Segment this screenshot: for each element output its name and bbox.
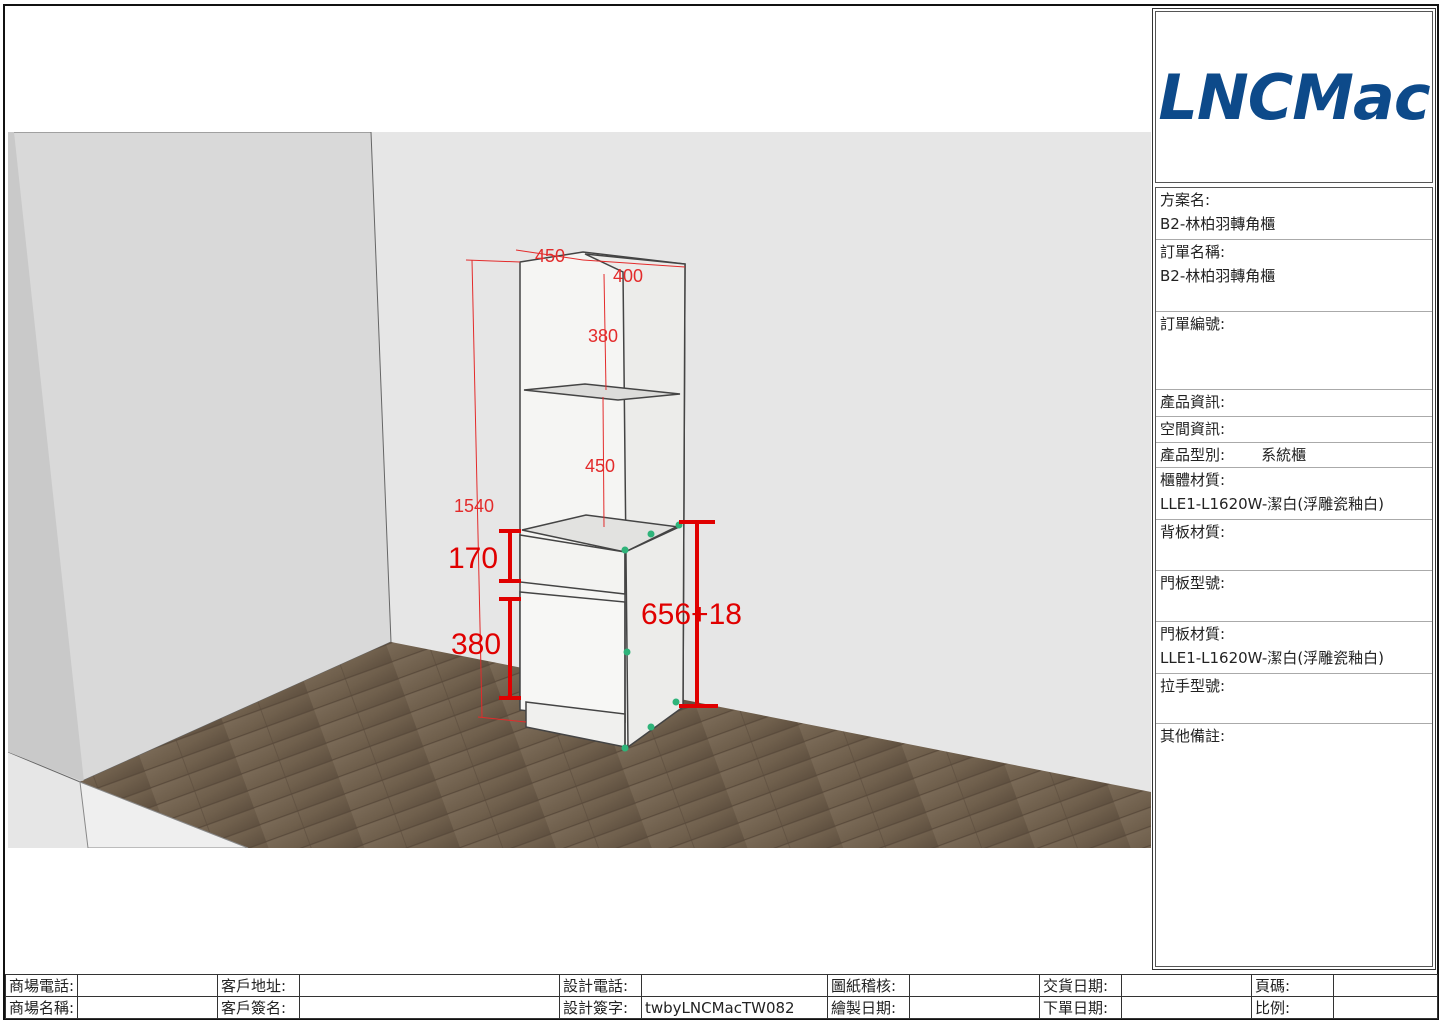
draw-date-label: 繪製日期: [827, 996, 910, 1019]
back-material-label: 背板材質: [1160, 523, 1226, 541]
door-material-value: LLE1-L1620W-潔白(浮雕瓷釉白) [1160, 649, 1385, 667]
row-notes: 其他備註: [1156, 724, 1432, 966]
customer-sign-label: 客戶簽名: [217, 996, 300, 1019]
order-date-label: 下單日期: [1039, 996, 1122, 1019]
logo-box: LNCMac [1155, 11, 1433, 183]
customer-sign-cell [299, 996, 560, 1019]
drawing-review-cell [909, 974, 1040, 997]
row-body-material: 櫃體材質: LLE1-L1620W-潔白(浮雕瓷釉白) [1156, 468, 1432, 520]
design-phone-cell [641, 974, 828, 997]
space-info-label: 空間資訊: [1160, 420, 1226, 438]
row-door-model: 門板型號: [1156, 571, 1432, 622]
notes-label: 其他備註: [1160, 727, 1226, 745]
dim-upper-shelf: 380 [588, 326, 618, 346]
delivery-date-label: 交貨日期: [1039, 974, 1122, 997]
info-rows: 方案名: B2-林柏羽轉角櫃 訂單名稱: B2-林柏羽轉角櫃 訂單編號: 產品資… [1155, 187, 1433, 967]
design-sign-value: twbyLNCMacTW082 [641, 996, 828, 1019]
footer-row-2: 商場名稱: 客戶簽名: 設計簽字: twbyLNCMacTW082 繪製日期: 下… [5, 996, 1438, 1019]
dim-depth-top: 400 [613, 266, 643, 286]
store-phone-cell [77, 974, 218, 997]
page-no-cell [1333, 974, 1438, 997]
order-date-cell [1121, 996, 1252, 1019]
dim-middle-shelf: 450 [585, 456, 615, 476]
row-handle-model: 拉手型號: [1156, 674, 1432, 724]
draw-date-cell [909, 996, 1040, 1019]
product-type-value: 系統櫃 [1261, 446, 1307, 464]
row-product-info: 產品資訊: [1156, 390, 1432, 417]
dim-width-top: 450 [535, 246, 565, 266]
footer-table: 商場電話: 客戶地址: 設計電話: 圖紙稽核: 交貨日期: 頁碼: 商場名稱: … [5, 974, 1438, 1019]
row-door-material: 門板材質: LLE1-L1620W-潔白(浮雕瓷釉白) [1156, 622, 1432, 674]
project-label: 方案名: [1160, 191, 1211, 209]
store-name-cell [77, 996, 218, 1019]
row-back-material: 背板材質: [1156, 520, 1432, 571]
cabinet-rendering: 450 400 380 450 1540 170 380 656+18 [8, 132, 1151, 848]
brand-logo: LNCMac [1158, 60, 1430, 134]
door-model-label: 門板型號: [1160, 574, 1226, 592]
scale-cell [1333, 996, 1438, 1019]
body-material-value: LLE1-L1620W-潔白(浮雕瓷釉白) [1160, 495, 1385, 513]
dim-total-height: 1540 [454, 496, 494, 516]
row-space-info: 空間資訊: [1156, 417, 1432, 443]
row-order-name: 訂單名稱: B2-林柏羽轉角櫃 [1156, 240, 1432, 312]
order-name-label: 訂單名稱: [1160, 243, 1226, 261]
product-type-label: 產品型別: [1160, 446, 1226, 464]
store-name-label: 商場名稱: [5, 996, 78, 1019]
design-sign-label: 設計簽字: [559, 996, 642, 1019]
project-value: B2-林柏羽轉角櫃 [1160, 215, 1276, 233]
row-project: 方案名: B2-林柏羽轉角櫃 [1156, 188, 1432, 240]
dim-base-cabinet: 656+18 [641, 598, 742, 631]
row-product-type: 產品型別: 系統櫃 [1156, 443, 1432, 468]
product-info-label: 產品資訊: [1160, 393, 1226, 411]
scale-label: 比例: [1251, 996, 1334, 1019]
door-material-label: 門板材質: [1160, 625, 1226, 643]
handle-model-label: 拉手型號: [1160, 677, 1226, 695]
delivery-date-cell [1121, 974, 1252, 997]
body-material-label: 櫃體材質: [1160, 471, 1226, 489]
order-name-value: B2-林柏羽轉角櫃 [1160, 267, 1276, 285]
dim-door: 380 [451, 628, 501, 661]
customer-address-label: 客戶地址: [217, 974, 300, 997]
dim-drawer: 170 [448, 542, 498, 575]
info-panel: LNCMac 方案名: B2-林柏羽轉角櫃 訂單名稱: B2-林柏羽轉角櫃 訂單… [1152, 8, 1436, 970]
order-no-label: 訂單編號: [1160, 315, 1226, 333]
footer-row-1: 商場電話: 客戶地址: 設計電話: 圖紙稽核: 交貨日期: 頁碼: [5, 974, 1438, 997]
customer-address-cell [299, 974, 560, 997]
store-phone-label: 商場電話: [5, 974, 78, 997]
design-phone-label: 設計電話: [559, 974, 642, 997]
row-order-no: 訂單編號: [1156, 312, 1432, 390]
cabinet-scene: 450 400 380 450 1540 170 380 656+18 [8, 132, 1151, 848]
drawing-review-label: 圖紙稽核: [827, 974, 910, 997]
page-no-label: 頁碼: [1251, 974, 1334, 997]
